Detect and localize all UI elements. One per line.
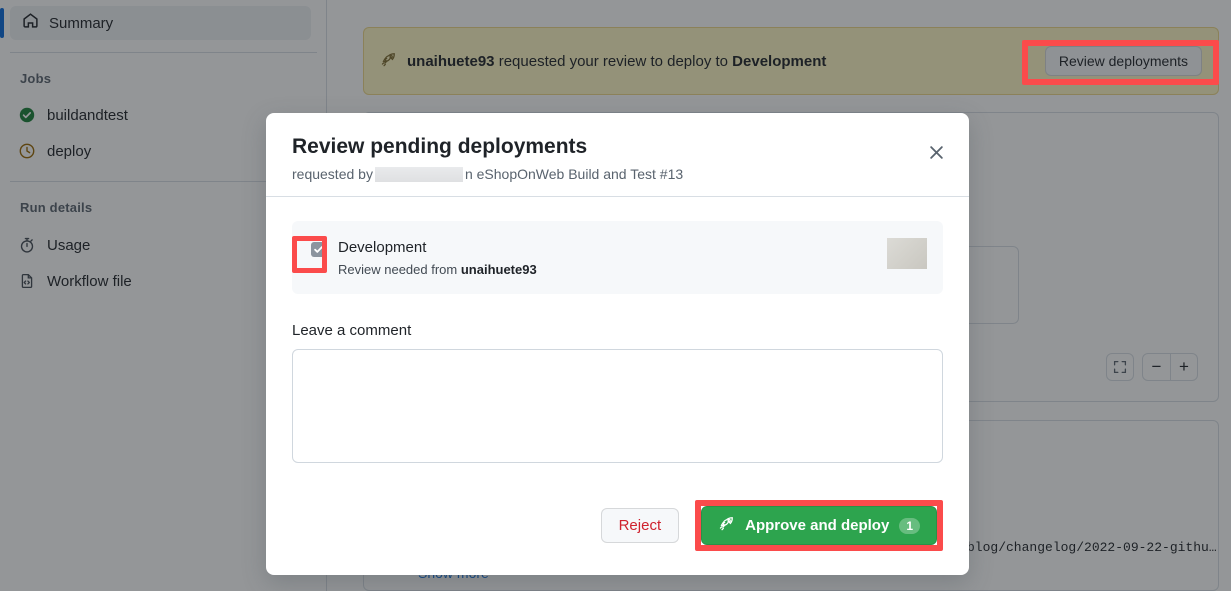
environment-checkbox[interactable] [311, 242, 326, 258]
approve-and-deploy-button[interactable]: Approve and deploy 1 [701, 506, 937, 545]
approve-button-label: Approve and deploy [745, 517, 890, 534]
dialog-footer: Reject Approve and deploy 1 [266, 500, 969, 575]
close-icon[interactable] [923, 139, 949, 165]
reject-button[interactable]: Reject [600, 508, 680, 543]
review-note-reviewer: unaihuete93 [460, 261, 537, 277]
review-pending-deployments-dialog: Review pending deployments requested by n… [266, 113, 969, 575]
dialog-title: Review pending deployments [292, 135, 588, 158]
dialog-subtitle-prefix: requested by [292, 166, 373, 183]
redacted-requester [374, 166, 463, 182]
rocket-icon [718, 515, 735, 536]
dialog-header: Review pending deployments requested by n… [266, 113, 969, 198]
environment-row: Development Review needed from unaihuete… [292, 221, 943, 294]
environment-name: Development [338, 239, 427, 257]
comment-input[interactable] [292, 348, 943, 463]
screen: Summary Jobs buildandtest deploy Run det… [0, 0, 1231, 591]
comment-label: Leave a comment [292, 321, 412, 339]
review-note-prefix: Review needed from [338, 261, 461, 277]
approve-count-badge: 1 [899, 517, 920, 534]
dialog-body: Development Review needed from unaihuete… [266, 197, 969, 500]
dialog-subtitle: requested by n eShopOnWeb Build and Test … [292, 166, 943, 182]
dialog-subtitle-suffix: n eShopOnWeb Build and Test #13 [464, 166, 684, 183]
environment-text-group: Development Review needed from unaihuete… [338, 238, 537, 276]
highlight-approve-and-deploy-button: Approve and deploy 1 [695, 500, 943, 551]
environment-review-note: Review needed from unaihuete93 [338, 262, 537, 277]
redacted-avatar [887, 238, 927, 270]
